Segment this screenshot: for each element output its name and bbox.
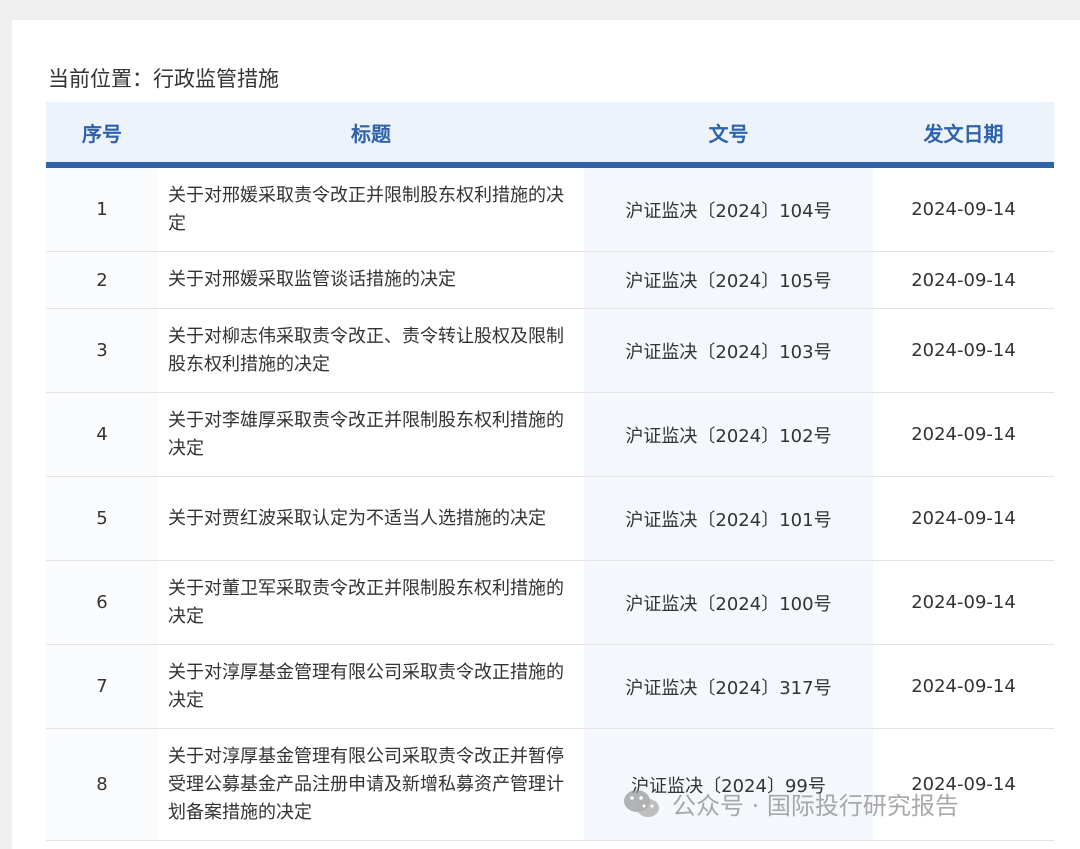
row-title-link[interactable]: 关于对柳志伟采取责令改正、责令转让股权及限制股东权利措施的决定 xyxy=(168,323,568,379)
row-doc-no: 沪证监决〔2024〕100号 xyxy=(584,561,873,644)
row-doc-no: 沪证监决〔2024〕104号 xyxy=(584,168,873,251)
row-index: 6 xyxy=(46,561,158,644)
row-date: 2024-09-14 xyxy=(873,393,1054,476)
row-date: 2024-09-14 xyxy=(873,477,1054,560)
row-title-cell: 关于对邢媛采取监管谈话措施的决定 xyxy=(158,252,584,308)
row-title-link[interactable]: 关于对董卫军采取责令改正并限制股东权利措施的决定 xyxy=(168,575,568,631)
row-title-link[interactable]: 关于对贾红波采取认定为不适当人选措施的决定 xyxy=(168,505,568,533)
row-title-link[interactable]: 关于对邢媛采取监管谈话措施的决定 xyxy=(168,266,568,294)
content-panel: 当前位置：行政监管措施 序号 标题 文号 发文日期 1 关于对邢媛采取责令改正并… xyxy=(12,20,1080,849)
row-title-link[interactable]: 关于对李雄厚采取责令改正并限制股东权利措施的决定 xyxy=(168,407,568,463)
header-index: 序号 xyxy=(82,121,122,146)
row-doc-no: 沪证监决〔2024〕103号 xyxy=(584,309,873,392)
table-row: 1 关于对邢媛采取责令改正并限制股东权利措施的决定 沪证监决〔2024〕104号… xyxy=(46,168,1054,252)
header-date: 发文日期 xyxy=(923,121,1004,146)
row-doc-no: 沪证监决〔2024〕317号 xyxy=(584,645,873,728)
row-index: 8 xyxy=(46,729,158,840)
watermark: 公众号 · 国际投行研究报告 xyxy=(622,786,959,821)
row-title-link[interactable]: 关于对邢媛采取责令改正并限制股东权利措施的决定 xyxy=(168,182,568,238)
row-title-link[interactable]: 关于对淳厚基金管理有限公司采取责令改正并暂停受理公募基金产品注册申请及新增私募资… xyxy=(168,743,568,827)
row-date: 2024-09-14 xyxy=(873,561,1054,644)
row-date: 2024-09-14 xyxy=(873,309,1054,392)
row-title-cell: 关于对李雄厚采取责令改正并限制股东权利措施的决定 xyxy=(158,393,584,476)
watermark-text: 公众号 · 国际投行研究报告 xyxy=(672,792,959,820)
table-row: 4 关于对李雄厚采取责令改正并限制股东权利措施的决定 沪证监决〔2024〕102… xyxy=(46,393,1054,477)
row-title-cell: 关于对董卫军采取责令改正并限制股东权利措施的决定 xyxy=(158,561,584,644)
row-index: 1 xyxy=(46,168,158,251)
row-doc-no: 沪证监决〔2024〕99号 xyxy=(584,729,873,840)
row-title-link[interactable]: 关于对淳厚基金管理有限公司采取责令改正措施的决定 xyxy=(168,659,568,715)
row-date: 2024-09-14 xyxy=(873,168,1054,251)
table-row: 6 关于对董卫军采取责令改正并限制股东权利措施的决定 沪证监决〔2024〕100… xyxy=(46,561,1054,645)
table-row: 7 关于对淳厚基金管理有限公司采取责令改正措施的决定 沪证监决〔2024〕317… xyxy=(46,645,1054,729)
row-doc-no: 沪证监决〔2024〕105号 xyxy=(584,252,873,308)
row-title-cell: 关于对贾红波采取认定为不适当人选措施的决定 xyxy=(158,477,584,560)
row-date: 2024-09-14 xyxy=(873,645,1054,728)
row-title-cell: 关于对邢媛采取责令改正并限制股东权利措施的决定 xyxy=(158,168,584,251)
header-title: 标题 xyxy=(351,121,391,146)
table-row: 8 关于对淳厚基金管理有限公司采取责令改正并暂停受理公募基金产品注册申请及新增私… xyxy=(46,729,1054,841)
row-title-cell: 关于对柳志伟采取责令改正、责令转让股权及限制股东权利措施的决定 xyxy=(158,309,584,392)
row-index: 5 xyxy=(46,477,158,560)
row-index: 7 xyxy=(46,645,158,728)
row-doc-no: 沪证监决〔2024〕101号 xyxy=(584,477,873,560)
table-row: 2 关于对邢媛采取监管谈话措施的决定 沪证监决〔2024〕105号 2024-0… xyxy=(46,252,1054,309)
header-doc-no: 文号 xyxy=(708,121,749,146)
table-header: 序号 标题 文号 发文日期 xyxy=(46,102,1054,168)
table-row: 3 关于对柳志伟采取责令改正、责令转让股权及限制股东权利措施的决定 沪证监决〔2… xyxy=(46,309,1054,393)
table-row: 5 关于对贾红波采取认定为不适当人选措施的决定 沪证监决〔2024〕101号 2… xyxy=(46,477,1054,561)
row-title-cell: 关于对淳厚基金管理有限公司采取责令改正并暂停受理公募基金产品注册申请及新增私募资… xyxy=(158,729,584,840)
regulatory-measures-table: 序号 标题 文号 发文日期 1 关于对邢媛采取责令改正并限制股东权利措施的决定 … xyxy=(46,102,1054,841)
breadcrumb: 当前位置：行政监管措施 xyxy=(48,67,279,91)
row-index: 3 xyxy=(46,309,158,392)
wechat-icon xyxy=(624,789,659,817)
row-doc-no: 沪证监决〔2024〕102号 xyxy=(584,393,873,476)
row-index: 2 xyxy=(46,252,158,308)
row-date: 2024-09-14 xyxy=(873,729,1054,840)
row-index: 4 xyxy=(46,393,158,476)
row-date: 2024-09-14 xyxy=(873,252,1054,308)
row-title-cell: 关于对淳厚基金管理有限公司采取责令改正措施的决定 xyxy=(158,645,584,728)
